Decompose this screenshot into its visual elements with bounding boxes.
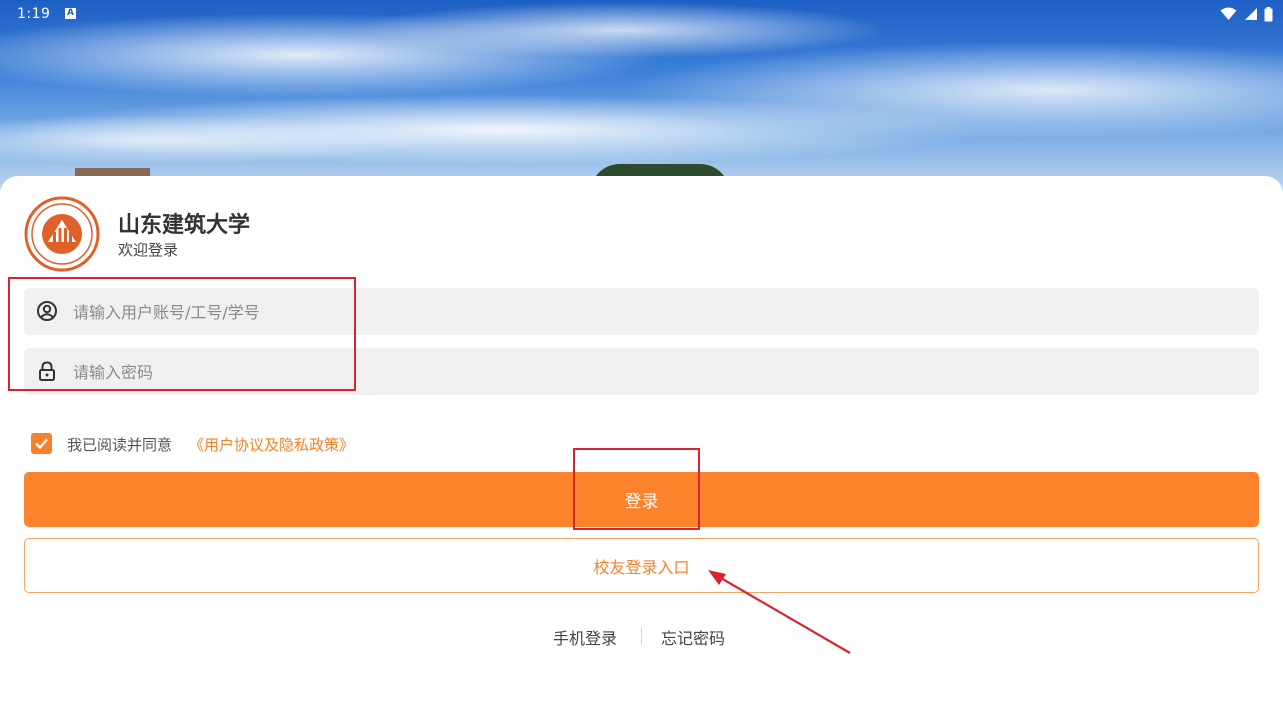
status-bar: 1:19 A — [0, 0, 1283, 28]
status-time: 1:19 — [17, 6, 51, 22]
annotation-arrow-icon — [708, 570, 851, 654]
link-divider — [641, 628, 642, 644]
university-seal-logo — [24, 196, 100, 272]
agreement-checkbox[interactable] — [31, 433, 52, 454]
annotation-box-login — [573, 448, 700, 530]
footer-links: 手机登录 忘记密码 — [0, 625, 1283, 649]
phone-login-link[interactable]: 手机登录 — [553, 625, 617, 649]
checkmark-icon — [35, 438, 48, 450]
status-icons — [1218, 6, 1273, 22]
annotation-box-credentials — [8, 277, 356, 391]
privacy-policy-link[interactable]: 《用户协议及隐私政策》 — [189, 434, 354, 455]
agreement-text: 我已阅读并同意 — [67, 436, 173, 454]
alumni-login-button[interactable]: 校友登录入口 — [24, 538, 1259, 593]
school-name: 山东建筑大学 — [118, 213, 251, 238]
cellular-signal-icon — [1244, 8, 1257, 20]
wifi-icon — [1220, 7, 1237, 20]
battery-icon — [1264, 6, 1273, 21]
notification-icon: A — [65, 8, 76, 19]
login-screen: 1:19 A 山东建筑大学 欢迎登录 请输入用户账号/工号/学号 我已阅读并同意… — [0, 0, 1283, 721]
welcome-text: 欢迎登录 — [118, 241, 179, 259]
